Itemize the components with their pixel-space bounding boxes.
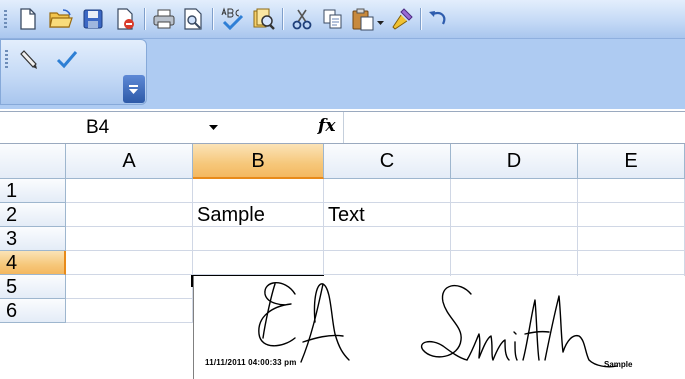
- new-document-icon: [20, 8, 36, 30]
- undo-icon: [429, 11, 446, 25]
- row-header-4[interactable]: 4: [0, 251, 66, 275]
- spelling-button[interactable]: [218, 5, 246, 33]
- cell-a4[interactable]: [66, 251, 193, 275]
- toolbar-separator: [282, 8, 283, 30]
- column-header-d[interactable]: D: [451, 144, 578, 179]
- signature-caption: Sample: [604, 360, 633, 369]
- column-header-c[interactable]: C: [324, 144, 451, 179]
- formula-divider: [343, 112, 344, 143]
- cell-b2[interactable]: Sample: [193, 203, 324, 227]
- standard-toolbar: [0, 0, 685, 39]
- name-box-dropdown-icon[interactable]: [209, 124, 219, 132]
- formula-input[interactable]: [350, 112, 680, 143]
- formula-bar: B4 fx: [0, 111, 685, 144]
- print-preview-button[interactable]: [180, 5, 208, 33]
- toolbar-separator: [212, 8, 213, 30]
- copy-icon: [323, 9, 342, 29]
- cell-c4[interactable]: [324, 251, 451, 275]
- row-header-3[interactable]: 3: [0, 227, 66, 251]
- copy-button[interactable]: [319, 5, 347, 33]
- chevron-down-icon: [377, 21, 384, 25]
- column-header-e[interactable]: E: [578, 144, 685, 179]
- accept-ink-button[interactable]: [53, 45, 81, 73]
- cell-a2[interactable]: [66, 203, 193, 227]
- print-icon: [153, 9, 175, 29]
- cell-d4[interactable]: [451, 251, 578, 275]
- undo-button[interactable]: [424, 5, 452, 33]
- cell-c3[interactable]: [324, 227, 451, 251]
- row-header-5[interactable]: 5: [0, 275, 66, 299]
- ink-signature[interactable]: 11/11/2011 04:00:33 pm Sample: [192, 276, 685, 379]
- row-header-6[interactable]: 6: [0, 299, 66, 323]
- column-header-a[interactable]: A: [66, 144, 193, 179]
- toolbar-grip[interactable]: [4, 10, 7, 28]
- open-button[interactable]: [47, 5, 75, 33]
- cell-a6[interactable]: [66, 299, 193, 323]
- chevron-down-icon: [129, 85, 138, 94]
- row-header-1[interactable]: 1: [0, 179, 66, 203]
- format-painter-icon: [392, 8, 413, 30]
- cut-button[interactable]: [288, 5, 316, 33]
- insert-function-button[interactable]: fx: [318, 116, 335, 136]
- paste-dropdown-arrow[interactable]: [377, 14, 385, 25]
- signature-timestamp: 11/11/2011 04:00:33 pm: [205, 358, 297, 367]
- cell-d2[interactable]: [451, 203, 578, 227]
- cut-scissors-icon: [292, 9, 312, 30]
- cell-b1[interactable]: [193, 179, 324, 203]
- new-document-button[interactable]: [14, 5, 42, 33]
- cell-c2[interactable]: Text: [324, 203, 451, 227]
- checkmark-icon: [56, 51, 78, 69]
- paste-button[interactable]: [349, 5, 377, 33]
- cell-e4[interactable]: [578, 251, 685, 275]
- cell-a1[interactable]: [66, 179, 193, 203]
- cell-b4[interactable]: [193, 251, 324, 275]
- save-disk-icon: [83, 9, 103, 29]
- pen-button[interactable]: [17, 45, 45, 73]
- permission-icon: [117, 8, 134, 30]
- pen-icon: [20, 50, 37, 69]
- toolbar-dock: [0, 39, 685, 109]
- toolbar-separator: [420, 8, 421, 30]
- cell-d3[interactable]: [451, 227, 578, 251]
- cell-a3[interactable]: [66, 227, 193, 251]
- row-header-2[interactable]: 2: [0, 203, 66, 227]
- print-preview-icon: [184, 8, 202, 30]
- ink-toolbar: [0, 39, 147, 105]
- cell-b3[interactable]: [193, 227, 324, 251]
- paste-clipboard-icon: [352, 8, 374, 31]
- cell-e3[interactable]: [578, 227, 685, 251]
- toolbar-grip[interactable]: [5, 50, 8, 68]
- format-painter-button[interactable]: [388, 5, 416, 33]
- toolbar-separator: [144, 8, 145, 30]
- cell-e1[interactable]: [578, 179, 685, 203]
- name-box[interactable]: B4: [0, 112, 195, 143]
- research-button[interactable]: [250, 5, 278, 33]
- research-icon: [253, 8, 275, 30]
- spelling-check-icon: [221, 7, 244, 31]
- cell-c1[interactable]: [324, 179, 451, 203]
- select-all-corner[interactable]: [0, 144, 66, 179]
- save-button[interactable]: [79, 5, 107, 33]
- toolbar-options-button[interactable]: [123, 75, 145, 103]
- print-button[interactable]: [150, 5, 178, 33]
- permission-button[interactable]: [112, 5, 140, 33]
- cell-a5[interactable]: [66, 275, 193, 299]
- worksheet-grid: A B C D E 1 2 3 4 5 6 Sample Text 11/11/…: [0, 144, 685, 379]
- open-folder-icon: [49, 9, 73, 28]
- cell-e2[interactable]: [578, 203, 685, 227]
- cell-d1[interactable]: [451, 179, 578, 203]
- column-header-b[interactable]: B: [193, 144, 324, 179]
